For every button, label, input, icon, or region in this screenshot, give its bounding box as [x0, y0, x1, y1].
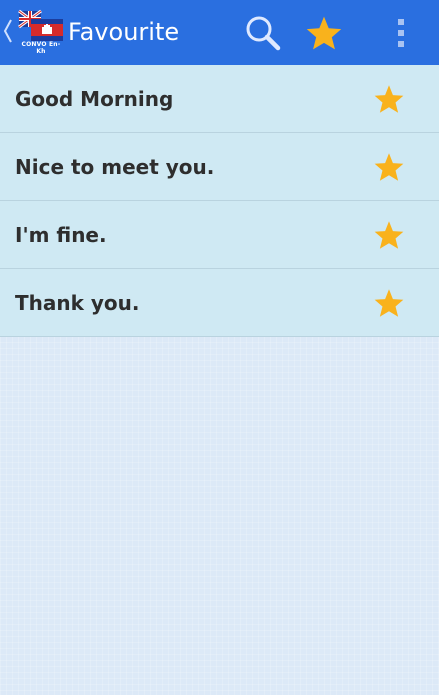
- star-icon[interactable]: [373, 84, 405, 114]
- phrase-label: Good Morning: [15, 87, 174, 111]
- favourites-list: Good Morning Nice to meet you. I'm fine.…: [0, 65, 439, 337]
- star-icon[interactable]: [373, 288, 405, 318]
- list-item[interactable]: Thank you.: [0, 269, 439, 337]
- favourites-button[interactable]: [298, 0, 350, 65]
- overflow-menu-button[interactable]: [381, 0, 421, 65]
- list-item[interactable]: Nice to meet you.: [0, 133, 439, 201]
- star-icon: [306, 16, 342, 49]
- overflow-menu-icon: [398, 18, 404, 47]
- list-item[interactable]: I'm fine.: [0, 201, 439, 269]
- search-icon: [246, 16, 281, 50]
- star-icon[interactable]: [373, 220, 405, 250]
- star-icon[interactable]: [373, 152, 405, 182]
- phrase-label: I'm fine.: [15, 223, 107, 247]
- search-button[interactable]: [238, 0, 288, 65]
- page-title: Favourite: [68, 18, 180, 46]
- phrase-label: Thank you.: [15, 291, 140, 315]
- app-window: CONVO En-Kh Favourite Good Morning Nice …: [0, 0, 439, 695]
- phrase-label: Nice to meet you.: [15, 155, 215, 179]
- up-navigation-button[interactable]: CONVO En-Kh Favourite: [0, 0, 179, 65]
- chevron-left-icon: [3, 19, 12, 43]
- app-logo-caption: CONVO En-Kh: [21, 41, 61, 55]
- action-bar: CONVO En-Kh Favourite: [0, 0, 439, 65]
- list-item[interactable]: Good Morning: [0, 65, 439, 133]
